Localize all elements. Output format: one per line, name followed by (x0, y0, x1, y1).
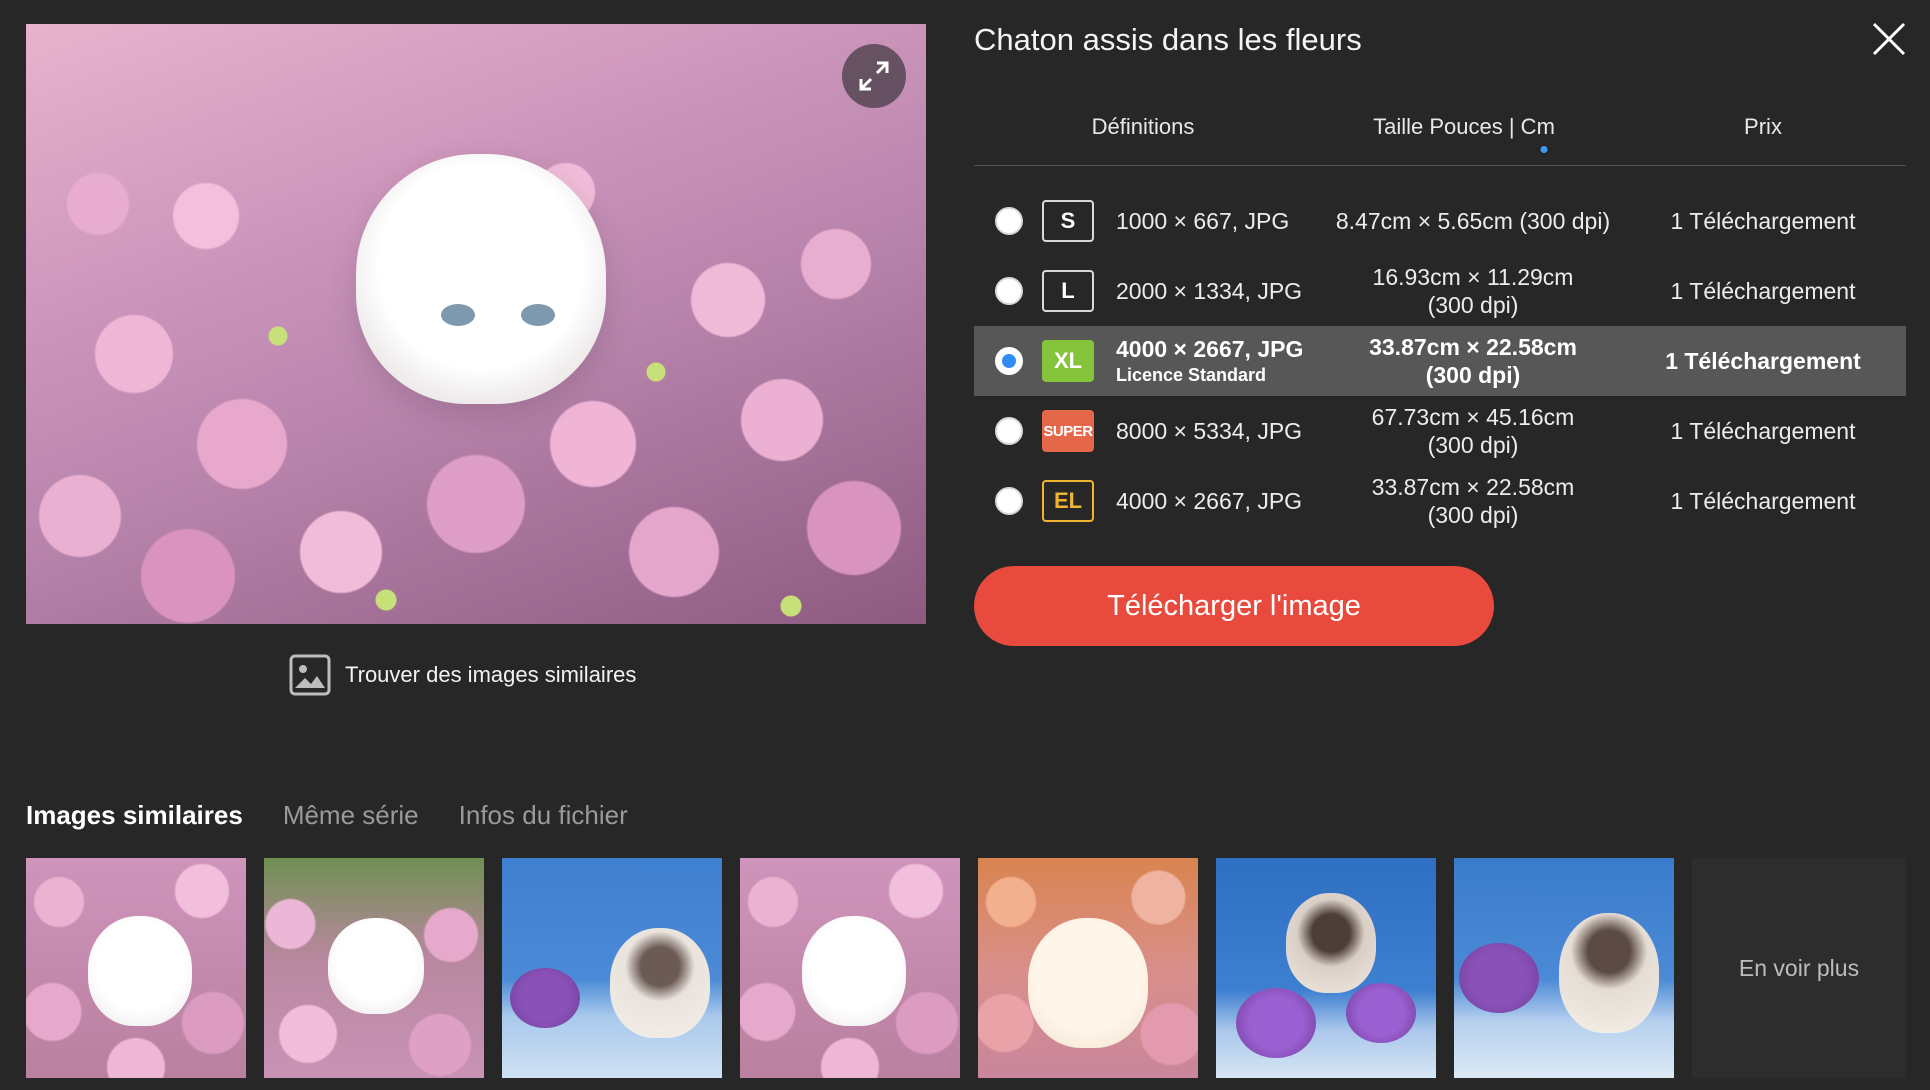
similar-image-thumbnail[interactable] (502, 858, 722, 1078)
similar-image-thumbnail[interactable] (978, 858, 1198, 1078)
size-badge: SUPER (1042, 410, 1094, 452)
print-size-line1: 67.73cm × 45.16cm (1371, 404, 1575, 430)
preview-kitten (356, 154, 606, 404)
image-preview (26, 24, 926, 624)
see-more-button[interactable]: En voir plus (1692, 858, 1906, 1078)
size-radio[interactable] (995, 487, 1023, 515)
print-size-line2: (300 dpi) (1427, 292, 1519, 318)
thumb-kitten (610, 928, 710, 1038)
size-radio[interactable] (995, 277, 1023, 305)
thumb-kitten (88, 916, 192, 1026)
size-badge: L (1042, 270, 1094, 312)
thumb-kitten (1286, 893, 1376, 993)
find-similar-label: Trouver des images similaires (345, 662, 637, 687)
print-size-line2: (300 dpi) (1425, 362, 1521, 388)
print-size: 67.73cm × 45.16cm (300 dpi) (1323, 396, 1623, 466)
print-size-line1: 16.93cm × 11.29cm (1372, 264, 1574, 290)
print-size-line1: 33.87cm × 22.58cm (1369, 334, 1577, 360)
header-price: Prix (1744, 114, 1782, 139)
image-icon (289, 654, 331, 696)
close-button[interactable] (1868, 18, 1910, 60)
size-badge: EL (1042, 480, 1094, 522)
similar-image-thumbnail[interactable] (1216, 858, 1436, 1078)
close-icon (1872, 22, 1906, 56)
resolution-value: 4000 × 2667, JPG (1116, 336, 1304, 362)
size-option-super[interactable]: SUPER 8000 × 5334, JPG 67.73cm × 45.16cm… (974, 396, 1906, 466)
resolution: 4000 × 2667, JPG Licence Standard (1116, 326, 1303, 396)
expand-button[interactable] (842, 44, 906, 108)
resolution-value: 2000 × 1334, JPG (1116, 277, 1303, 304)
image-title: Chaton assis dans les fleurs (974, 22, 1362, 57)
price: 1 Téléchargement (1670, 277, 1856, 304)
thumb-flowers (1459, 943, 1539, 1013)
price: 1 Téléchargement (1670, 207, 1856, 234)
table-header: Définitions Taille Pouces | Cm Prix (974, 100, 1906, 166)
print-size: 33.87cm × 22.58cm (300 dpi) (1323, 326, 1623, 396)
resolution-value: 8000 × 5334, JPG (1116, 417, 1303, 444)
expand-icon (859, 61, 889, 91)
unit-indicator-dot (1540, 146, 1548, 153)
tab-same-series[interactable]: Même série (283, 800, 419, 840)
thumb-kitten (1559, 913, 1659, 1033)
print-size-line2: (300 dpi) (1427, 432, 1519, 458)
resolution: 8000 × 5334, JPG (1116, 396, 1302, 466)
thumb-flowers (1236, 988, 1316, 1058)
resolution: 4000 × 2667, JPG (1116, 466, 1302, 536)
price: 1 Téléchargement (1670, 417, 1856, 444)
similar-image-thumbnail[interactable] (26, 858, 246, 1078)
size-option-s[interactable]: S 1000 × 667, JPG 8.47cm × 5.65cm (300 d… (974, 186, 1906, 256)
price: 1 Téléchargement (1665, 347, 1861, 374)
license-label: Licence Standard (1116, 365, 1267, 385)
print-size: 33.87cm × 22.58cm (300 dpi) (1323, 466, 1623, 536)
size-options-table: S 1000 × 667, JPG 8.47cm × 5.65cm (300 d… (974, 186, 1906, 536)
thumb-flowers (510, 968, 580, 1028)
tab-file-info[interactable]: Infos du fichier (459, 800, 628, 840)
tab-similar-images[interactable]: Images similaires (26, 800, 243, 840)
header-definitions: Définitions (1091, 114, 1195, 139)
size-radio-selected[interactable] (995, 347, 1023, 375)
print-size: 16.93cm × 11.29cm (300 dpi) (1323, 256, 1623, 326)
resolution-value: 1000 × 667, JPG (1116, 207, 1290, 234)
bottom-tabs: Images similaires Même série Infos du fi… (26, 800, 628, 840)
thumb-flowers (1346, 983, 1416, 1043)
resolution-value: 4000 × 2667, JPG (1116, 487, 1303, 514)
size-radio[interactable] (995, 207, 1023, 235)
size-badge: S (1042, 200, 1094, 242)
print-size-line1: 8.47cm × 5.65cm (300 dpi) (1335, 208, 1611, 234)
similar-images-strip: En voir plus (26, 858, 1906, 1078)
thumb-kitten (802, 916, 906, 1026)
similar-image-thumbnail[interactable] (1454, 858, 1674, 1078)
resolution: 1000 × 667, JPG (1116, 186, 1289, 256)
print-size-line2: (300 dpi) (1427, 502, 1519, 528)
resolution: 2000 × 1334, JPG (1116, 256, 1302, 326)
size-badge: XL (1042, 340, 1094, 382)
header-size[interactable]: Taille Pouces | Cm (1373, 114, 1555, 140)
thumb-kitten (1028, 918, 1148, 1048)
find-similar-link[interactable]: Trouver des images similaires (289, 654, 636, 696)
size-option-xl[interactable]: XL 4000 × 2667, JPG Licence Standard 33.… (974, 326, 1906, 396)
download-image-button[interactable]: Télécharger l'image (974, 566, 1494, 646)
thumb-kitten (328, 918, 424, 1014)
print-size: 8.47cm × 5.65cm (300 dpi) (1323, 186, 1623, 256)
price: 1 Téléchargement (1670, 487, 1856, 514)
size-option-el[interactable]: EL 4000 × 2667, JPG 33.87cm × 22.58cm (3… (974, 466, 1906, 536)
similar-image-thumbnail[interactable] (740, 858, 960, 1078)
size-radio[interactable] (995, 417, 1023, 445)
size-option-l[interactable]: L 2000 × 1334, JPG 16.93cm × 11.29cm (30… (974, 256, 1906, 326)
similar-image-thumbnail[interactable] (264, 858, 484, 1078)
print-size-line1: 33.87cm × 22.58cm (1371, 474, 1575, 500)
